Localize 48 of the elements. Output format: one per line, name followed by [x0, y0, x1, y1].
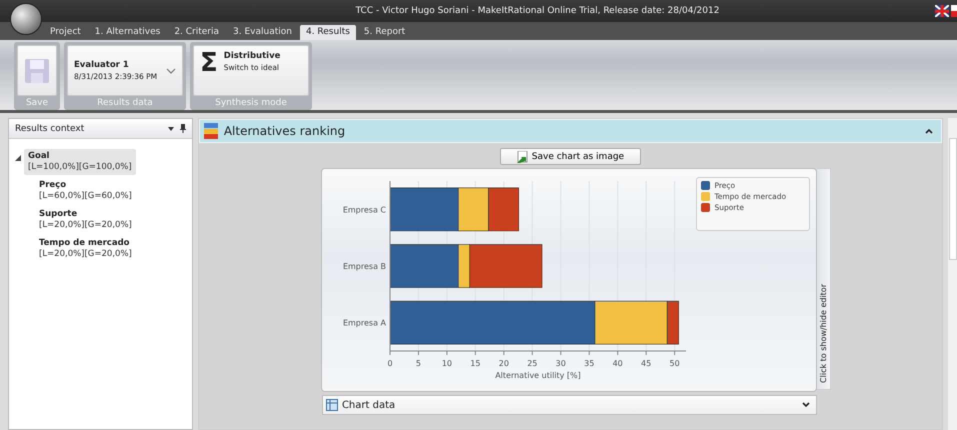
bar-chart-icon — [204, 123, 218, 139]
chart-data-expander[interactable]: Chart data — [322, 395, 817, 415]
panel-title: Results context — [15, 124, 84, 134]
image-export-icon — [516, 150, 529, 162]
axis-title: Alternative utility [%] — [496, 371, 582, 380]
chevron-down-icon — [802, 402, 810, 408]
tick-label: 5 — [416, 359, 422, 368]
flag-icon[interactable] — [951, 5, 957, 17]
panel-title: Alternatives ranking — [224, 124, 346, 138]
tick-label: 0 — [388, 359, 393, 368]
dropdown-icon[interactable] — [168, 126, 174, 130]
flag-icon[interactable] — [935, 5, 949, 17]
tick-label: 45 — [642, 359, 652, 368]
ribbon-tab[interactable]: 3. Evaluation — [227, 25, 298, 40]
category-label: Empresa A — [343, 318, 386, 328]
tick-label: 30 — [556, 359, 566, 368]
group-label: Results data — [96, 97, 154, 110]
group-label: Save — [24, 97, 50, 110]
tick-label: 50 — [670, 359, 680, 368]
save-chart-button[interactable]: Save chart as image — [500, 148, 642, 165]
collapse-icon[interactable] — [925, 128, 934, 134]
window-title: TCC - Victor Hugo Soriani - MakeItRational Online Trial, Release date: 28/04/2012 — [354, 6, 720, 16]
tree-item[interactable]: Preço [L=60,0%][G=60,0%] — [35, 178, 136, 204]
tick-label: 20 — [499, 359, 510, 368]
tree-item[interactable]: Suporte [L=20,0%][G=20,0%] — [35, 207, 136, 233]
ribbon-tab[interactable]: 1. Alternatives — [88, 25, 166, 40]
scrollbar[interactable] — [948, 118, 957, 430]
tick-label: 35 — [584, 359, 595, 368]
tree-item[interactable]: Goal [L=100,0%][G=100,0%] — [24, 149, 136, 175]
ribbon-tab[interactable]: Project — [44, 25, 87, 40]
sigma-icon: Σ — [200, 50, 218, 76]
editor-toggle[interactable]: Click to show/hide editor — [817, 168, 832, 390]
category-label: Empresa C — [343, 205, 386, 214]
tick-label: 10 — [442, 359, 452, 368]
category-label: Empresa B — [343, 262, 386, 271]
tree-item[interactable]: Tempo de mercado [L=20,0%][G=20,0%] — [35, 236, 136, 262]
chevron-down-icon — [166, 68, 176, 74]
ribbon-tab[interactable]: 4. Results — [300, 25, 356, 40]
ribbon-tab[interactable]: 2. Criteria — [168, 25, 226, 40]
pin-icon[interactable] — [180, 124, 186, 133]
app-logo-icon[interactable] — [10, 3, 42, 35]
ribbon-tab[interactable]: 5. Report — [358, 25, 412, 40]
tick-label: 40 — [613, 359, 624, 368]
tick-label: 25 — [528, 359, 538, 368]
tick-label: 15 — [470, 359, 481, 368]
expand-arrow-icon[interactable] — [15, 155, 21, 161]
group-label: Synthesis mode — [214, 97, 288, 110]
table-icon — [326, 399, 338, 411]
